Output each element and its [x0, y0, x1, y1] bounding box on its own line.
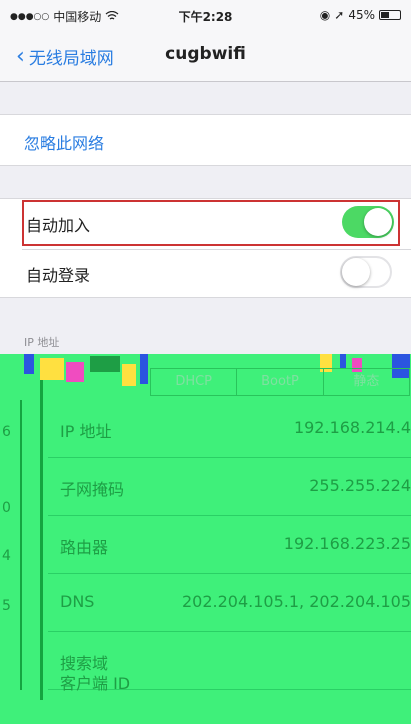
segment-dhcp[interactable]: DHCP	[151, 369, 236, 395]
nav-bar: ‹ 无线局域网 cugbwifi	[0, 30, 411, 82]
divider-left	[20, 400, 22, 690]
status-bar: ●●●○○ 中国移动 下午2:28 ◉ ➚ 45%	[0, 0, 411, 30]
status-right: ◉ ➚ 45%	[320, 8, 401, 22]
battery-icon	[379, 10, 401, 20]
dns-row[interactable]: DNS 202.204.105.1, 202.204.105	[48, 574, 411, 632]
battery-fill	[381, 12, 389, 18]
ip-mode-segmented-control[interactable]: DHCP BootP 静态	[150, 368, 410, 396]
router-row: 路由器 192.168.223.25	[48, 516, 411, 574]
dns-label: DNS	[60, 592, 95, 611]
page-title: cugbwifi	[165, 44, 246, 64]
divider-left-inner	[40, 380, 43, 700]
subnet-mask-label: 子网掩码	[60, 480, 125, 499]
ip-address-row: IP 地址 192.168.214.4	[48, 400, 411, 458]
forget-network-label: 忽略此网络	[24, 134, 105, 153]
highlight-box	[22, 200, 400, 246]
battery-percent: 45%	[348, 8, 375, 22]
ip-address-label: IP 地址	[60, 422, 112, 441]
subnet-mask-row: 子网掩码 255.255.224	[48, 458, 411, 516]
client-id-label: 客户端 ID	[60, 674, 131, 693]
router-value: 192.168.223.25	[283, 534, 411, 553]
divider	[22, 249, 411, 250]
segment-static[interactable]: 静态	[322, 369, 409, 395]
left-fragment: 0	[2, 500, 11, 516]
left-fragment: 6	[2, 424, 11, 440]
orientation-lock-icon: ➚	[334, 8, 345, 22]
ip-address-value: 192.168.214.4	[293, 418, 411, 437]
dns-value: 202.204.105.1, 202.204.105	[181, 592, 411, 611]
location-icon: ◉	[319, 8, 331, 22]
forget-network-cell[interactable]: 忽略此网络	[0, 114, 411, 166]
left-fragment: 4	[2, 548, 11, 564]
left-fragment: 5	[2, 598, 11, 614]
ip-section-header: IP 地址	[24, 336, 60, 349]
auto-login-toggle[interactable]	[340, 256, 392, 288]
segment-bootp[interactable]: BootP	[236, 369, 322, 395]
client-id-row[interactable]: 客户端 ID	[48, 666, 411, 724]
auto-login-label: 自动登录	[26, 266, 91, 285]
toggle-knob	[342, 258, 370, 286]
router-label: 路由器	[60, 538, 109, 557]
subnet-mask-value: 255.255.224	[309, 476, 411, 495]
